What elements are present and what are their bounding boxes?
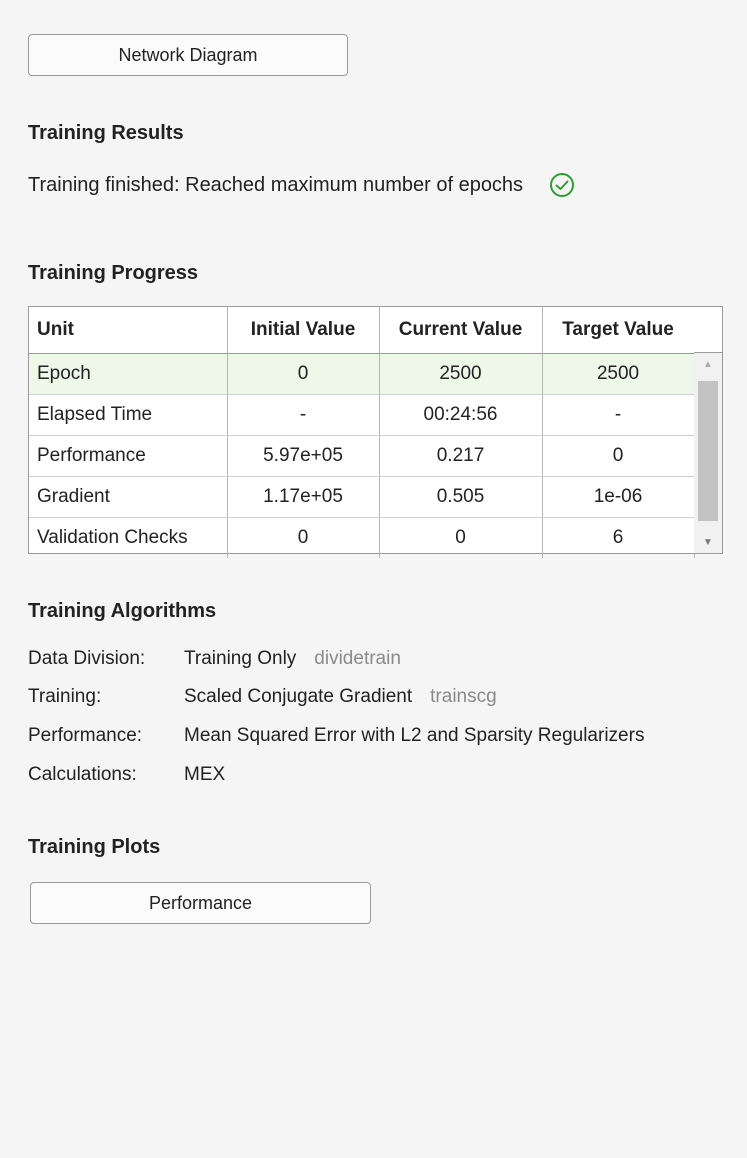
table-cell[interactable]: Performance: [29, 435, 228, 477]
table-cell[interactable]: 0.505: [379, 476, 543, 518]
table-cell[interactable]: 0.217: [379, 435, 543, 477]
algorithm-value: Scaled Conjugate Gradient trainscg: [184, 686, 497, 708]
table-cell[interactable]: Epoch: [29, 353, 228, 395]
table-cell[interactable]: 2500: [542, 353, 695, 395]
table-cell[interactable]: 1e-06: [542, 476, 695, 518]
table-cell[interactable]: 0: [227, 517, 380, 558]
training-status-text: Training finished: Reached maximum numbe…: [28, 173, 524, 196]
algorithm-label: Calculations:: [28, 764, 137, 785]
column-header-target-value[interactable]: Target Value: [542, 307, 695, 354]
algorithm-name: MEX: [184, 764, 226, 785]
scrollbar-thumb[interactable]: [698, 381, 718, 521]
table-vertical-scrollbar[interactable]: ▲ ▼: [694, 353, 722, 553]
table-cell[interactable]: -: [227, 394, 380, 436]
table-row[interactable]: Epoch 0 2500 2500: [29, 353, 695, 395]
scroll-up-arrow-icon[interactable]: ▲: [694, 353, 722, 375]
table-header-row: Unit Initial Value Current Value Target …: [29, 307, 695, 354]
scroll-down-arrow-icon[interactable]: ▼: [694, 531, 722, 553]
algorithm-function: dividetrain: [314, 648, 401, 669]
algorithm-name: Training Only: [184, 648, 297, 669]
algorithm-name: Mean Squared Error with L2 and Sparsity …: [184, 725, 645, 746]
training-progress-title: Training Progress: [28, 262, 199, 284]
network-diagram-button[interactable]: Network Diagram: [28, 34, 348, 76]
algorithm-label: Data Division:: [28, 648, 146, 669]
algorithm-value: MEX: [184, 764, 225, 786]
training-algorithms-title: Training Algorithms: [28, 600, 217, 622]
table-row[interactable]: Elapsed Time - 00:24:56 -: [29, 394, 695, 436]
algorithm-label: Performance:: [28, 725, 143, 746]
training-plots-title: Training Plots: [28, 836, 161, 858]
algorithm-name: Scaled Conjugate Gradient: [184, 686, 413, 707]
table-cell[interactable]: 0: [379, 517, 543, 558]
table-cell[interactable]: -: [542, 394, 695, 436]
table-row[interactable]: Validation Checks 0 0 6: [29, 517, 695, 558]
table-cell[interactable]: 00:24:56: [379, 394, 543, 436]
training-progress-table: Unit Initial Value Current Value Target …: [28, 306, 723, 558]
table-row[interactable]: Gradient 1.17e+05 0.505 1e-06: [29, 476, 695, 518]
column-header-initial-value[interactable]: Initial Value: [227, 307, 380, 354]
table-row[interactable]: Performance 5.97e+05 0.217 0: [29, 435, 695, 477]
training-results-title: Training Results: [28, 122, 184, 144]
column-header-current-value[interactable]: Current Value: [379, 307, 543, 354]
training-status: Training finished: Reached maximum numbe…: [28, 172, 575, 198]
table-header-filler: [694, 307, 722, 353]
algorithm-function: trainscg: [430, 686, 497, 707]
performance-plot-button[interactable]: Performance: [30, 882, 371, 924]
algorithm-value: Mean Squared Error with L2 and Sparsity …: [184, 725, 644, 747]
table-cell[interactable]: 1.17e+05: [227, 476, 380, 518]
table-cell[interactable]: 2500: [379, 353, 543, 395]
table-cell[interactable]: 0: [542, 435, 695, 477]
check-circle-icon: [549, 172, 575, 198]
table-cell[interactable]: Elapsed Time: [29, 394, 228, 436]
table-cell[interactable]: 0: [227, 353, 380, 395]
table-cell[interactable]: Validation Checks: [29, 517, 228, 558]
algorithm-label: Training:: [28, 686, 102, 707]
table-cell[interactable]: 5.97e+05: [227, 435, 380, 477]
algorithm-value: Training Only dividetrain: [184, 648, 401, 670]
table-cell[interactable]: 6: [542, 517, 695, 558]
column-header-unit[interactable]: Unit: [29, 307, 228, 354]
table-cell[interactable]: Gradient: [29, 476, 228, 518]
